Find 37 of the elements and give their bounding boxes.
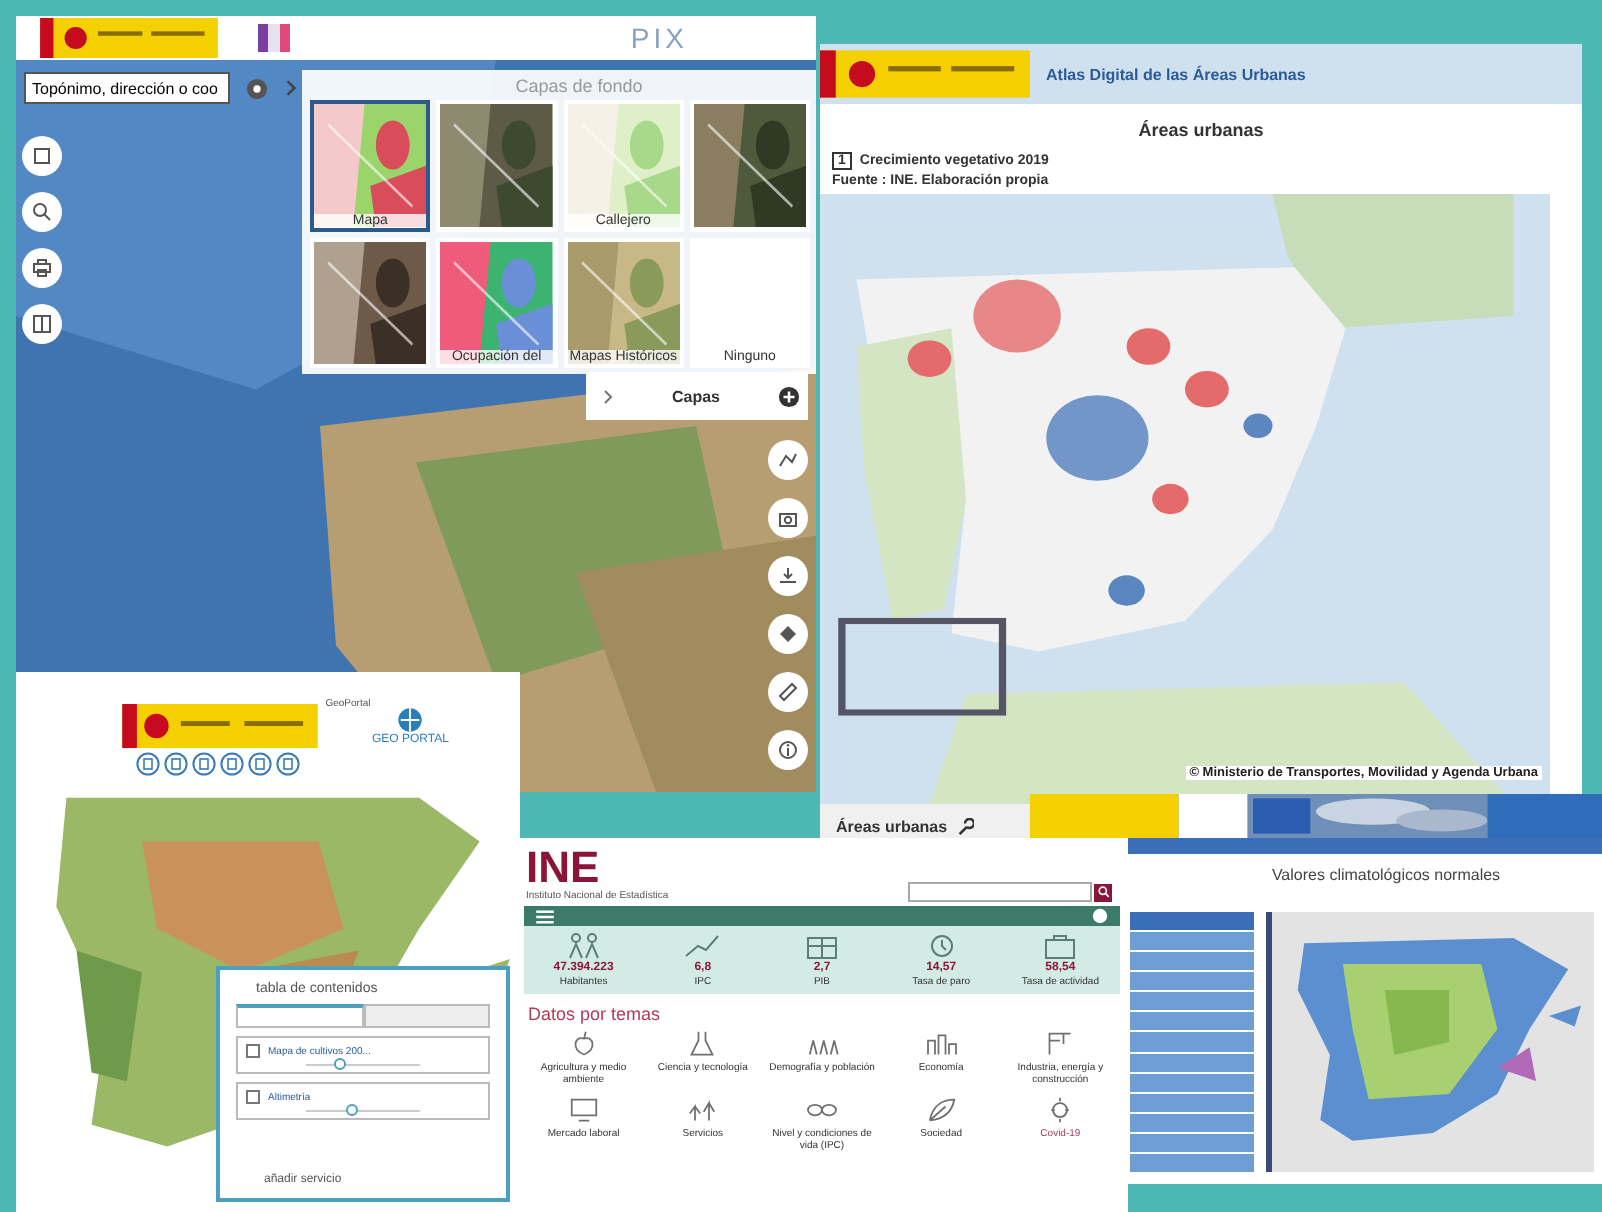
- page-title: Valores climatológicos normales: [1269, 864, 1503, 888]
- menu-item[interactable]: [1130, 1153, 1254, 1173]
- building-icon: [801, 932, 842, 960]
- footer-title: Áreas urbanas: [836, 817, 948, 835]
- opacity-slider-thumb[interactable]: [345, 1104, 358, 1116]
- page-heading: Áreas urbanas: [1136, 118, 1266, 144]
- menu-item[interactable]: [1130, 992, 1254, 1011]
- leaf-icon: [923, 1096, 960, 1124]
- menu-item[interactable]: [1130, 1093, 1254, 1112]
- monitor-icon: [565, 1096, 602, 1124]
- brand-name: PIX: [630, 22, 688, 54]
- menu-item[interactable]: [1130, 1133, 1254, 1152]
- menu-icon[interactable]: [536, 909, 554, 923]
- section-heading: Datos por temas: [526, 1002, 663, 1028]
- menu-item[interactable]: [1130, 1113, 1254, 1132]
- trend-line-icon: [682, 932, 723, 960]
- opacity-slider-thumb[interactable]: [334, 1058, 347, 1070]
- search-field[interactable]: [908, 882, 1092, 902]
- bar-chart-icon: [923, 1030, 960, 1058]
- menu-item[interactable]: [1130, 932, 1254, 951]
- search-button[interactable]: [1094, 883, 1112, 901]
- logo-text: INE: [526, 846, 600, 890]
- search-icon: [1097, 886, 1109, 898]
- menu-item[interactable]: [1130, 952, 1254, 971]
- wrench-icon[interactable]: [955, 817, 974, 835]
- flag-logo: [254, 20, 294, 56]
- circle-icon[interactable]: [1092, 908, 1108, 924]
- checkbox[interactable]: [246, 1044, 260, 1058]
- menu-item[interactable]: [1130, 1053, 1254, 1072]
- menu-item[interactable]: [1130, 1073, 1254, 1092]
- checkbox[interactable]: [246, 1090, 260, 1104]
- menu-item[interactable]: [1130, 1012, 1254, 1031]
- site-title: Atlas Digital de las Áreas Urbanas: [1046, 65, 1306, 83]
- menu-item[interactable]: [1130, 972, 1254, 991]
- panel-tab[interactable]: [236, 1004, 363, 1028]
- briefcase-icon: [1040, 932, 1081, 960]
- menu-item[interactable]: [1130, 912, 1254, 931]
